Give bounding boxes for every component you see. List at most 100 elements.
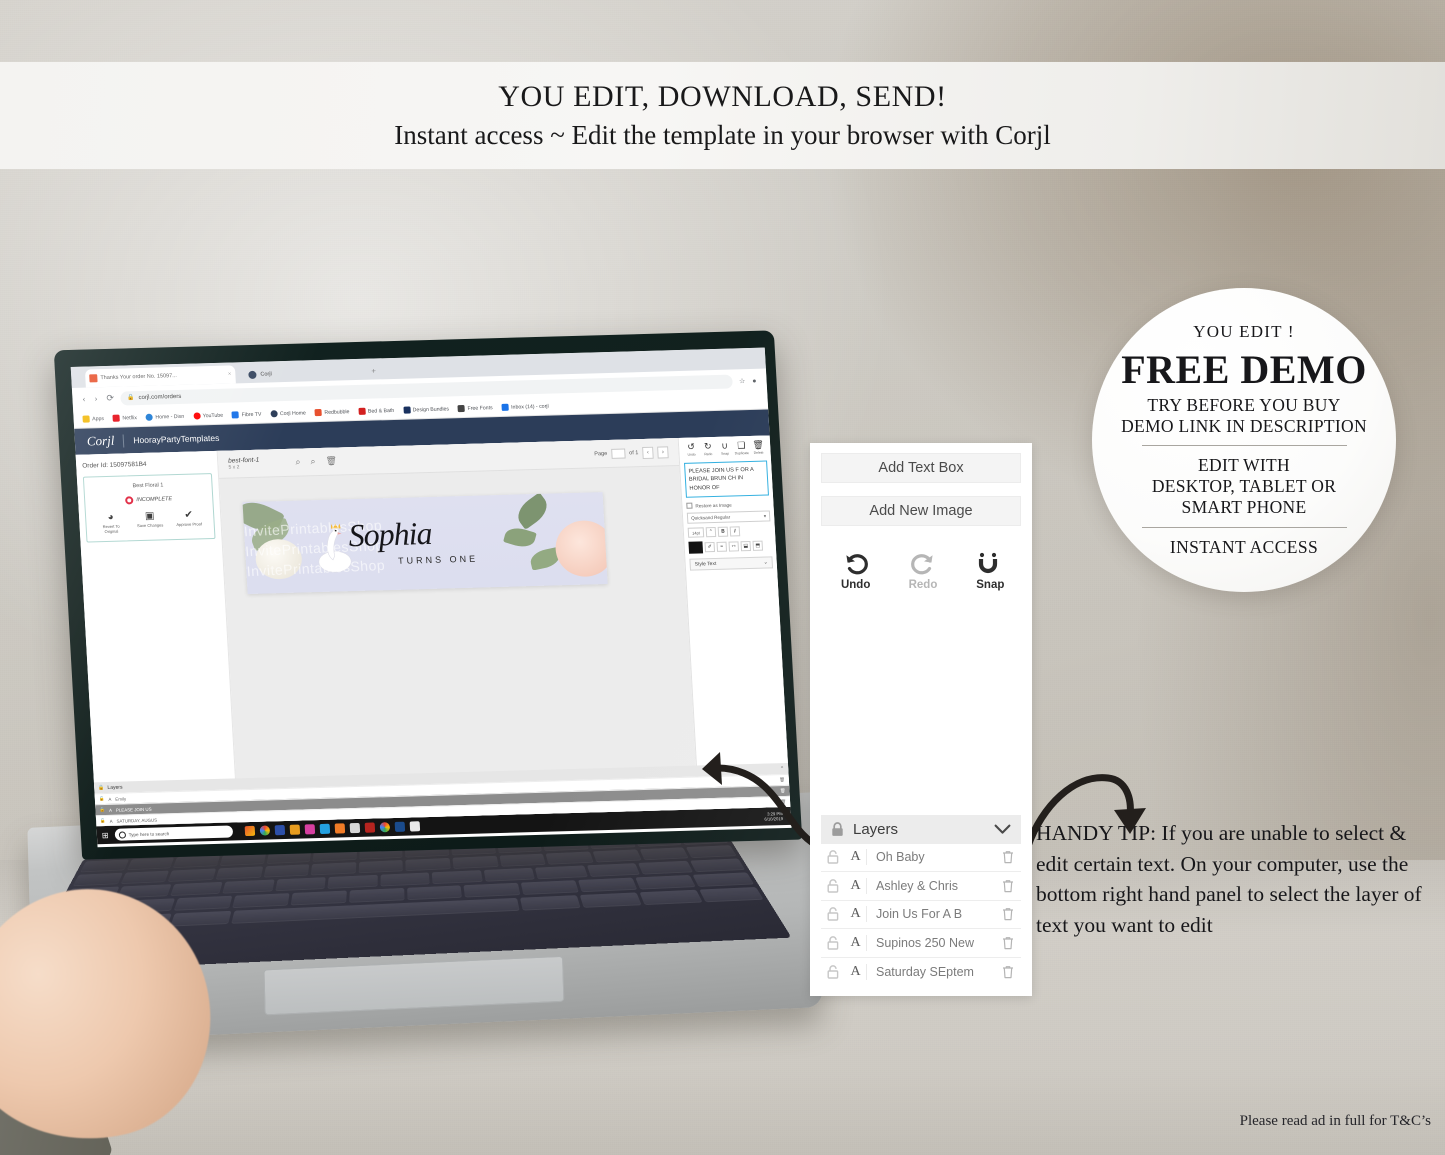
trash-icon[interactable] [995, 879, 1021, 893]
taskbar-app-icon[interactable] [304, 824, 315, 835]
bookmark-item[interactable]: Apps [82, 415, 104, 423]
layer-row[interactable]: A Supinos 250 New [821, 929, 1021, 958]
prev-page-button[interactable]: ‹ [642, 446, 654, 459]
align-left-icon[interactable]: ⬓ [740, 541, 752, 552]
corjl-app-body: Order Id: 15097581B4 Best Floral 1 INCOM… [75, 435, 791, 827]
font-size-stepper[interactable]: ⌃ [705, 527, 717, 538]
trash-icon[interactable] [995, 936, 1021, 950]
trash-icon[interactable] [995, 850, 1021, 864]
redo-icon: ↻ [703, 441, 712, 452]
bookmark-item[interactable]: Bed & Bath [358, 407, 394, 415]
bold-button[interactable]: 𝐁 [717, 526, 729, 538]
lock-open-icon[interactable] [821, 964, 845, 979]
text-edit-textarea[interactable]: PLEASE JOIN US F OR A BRIDAL BRUN CH IN … [684, 460, 769, 498]
text-color-swatch[interactable] [688, 541, 704, 554]
artwork-name-text[interactable]: Sophia [348, 515, 433, 554]
page-label: Page [594, 450, 608, 457]
bookmark-item[interactable]: Free Fonts [457, 404, 493, 413]
bookmark-item[interactable]: Redbubble [314, 408, 350, 417]
close-icon[interactable]: × [228, 371, 232, 377]
save-changes-button[interactable]: ▣ Save Changes [134, 511, 165, 533]
zoom-out-icon[interactable]: ⌕ [295, 457, 301, 468]
taskbar-app-icon[interactable] [394, 821, 405, 832]
taskbar-search-input[interactable]: Type here to search [114, 825, 233, 841]
style-text-accordion[interactable]: Style Text ⌄ [689, 556, 774, 571]
bookmark-item[interactable]: Fibre TV [231, 411, 262, 419]
layer-row[interactable]: A Join Us For A B [821, 900, 1021, 929]
editor-layer-name: Emily [115, 795, 127, 802]
lock-open-icon[interactable]: 🔓 [99, 807, 105, 813]
zoom-in-icon[interactable]: ⌕ [310, 456, 316, 467]
proof-card[interactable]: Best Floral 1 INCOMPLETE ◕ Revert To Ori… [82, 473, 216, 543]
bookmark-item[interactable]: YouTube [193, 412, 223, 420]
badge-eyebrow: YOU EDIT ! [1193, 321, 1295, 341]
lock-open-icon[interactable] [821, 850, 845, 864]
star-icon[interactable]: ☆ [739, 377, 746, 385]
snap-button[interactable]: Snap [970, 551, 1011, 591]
lock-open-icon[interactable] [821, 878, 845, 893]
taskbar-app-icon[interactable] [289, 824, 300, 835]
layer-row[interactable]: A Ashley & Chris [821, 872, 1021, 901]
duplicate-button[interactable]: ❑ Duplicate [733, 440, 750, 455]
windows-start-icon[interactable]: ⊞ [102, 830, 109, 839]
align-center-icon[interactable]: ⬒ [752, 540, 764, 552]
page-input[interactable] [610, 447, 626, 459]
restore-as-image-checkbox[interactable]: Restore as Image [686, 501, 769, 509]
new-tab-icon[interactable]: + [371, 366, 376, 375]
redo-button[interactable]: ↻ Redo [700, 441, 717, 456]
text-layer-icon: A [109, 818, 113, 824]
corjl-logo[interactable]: Corjl [86, 433, 114, 450]
trash-icon[interactable] [995, 965, 1021, 979]
trash-icon[interactable] [995, 907, 1021, 921]
italic-button[interactable]: 𝑰 [729, 526, 741, 537]
revert-to-original-button[interactable]: ◕ Revert To Original [95, 512, 126, 534]
line-height-icon[interactable]: ≡ [716, 541, 728, 553]
browser-tab-inactive[interactable]: Corjl [243, 363, 364, 383]
taskbar-app-icon[interactable] [244, 825, 255, 837]
chrome-icon[interactable] [379, 822, 390, 833]
reload-icon[interactable]: ⟳ [106, 393, 114, 404]
profile-icon[interactable]: ● [752, 376, 757, 384]
bookmark-item[interactable]: Inbox (14) - corjl [501, 403, 549, 411]
bookmark-item[interactable]: Home - Disn [145, 413, 185, 421]
font-family-select[interactable]: Quicksand Regular ▾ [686, 510, 771, 524]
artboard-canvas[interactable]: InvitePrintablesShop InvitePrintablesSho… [242, 492, 608, 595]
redo-button[interactable]: Redo [902, 551, 943, 591]
back-arrow-icon[interactable]: ‹ [82, 394, 86, 405]
add-new-image-button[interactable]: Add New Image [821, 496, 1021, 526]
lock-open-icon[interactable]: 🔓 [99, 796, 105, 802]
bookmark-label: Fibre TV [241, 411, 262, 418]
taskbar-app-icon[interactable] [274, 825, 285, 836]
taskbar-app-icon[interactable] [334, 823, 345, 834]
acrobat-icon[interactable] [364, 822, 375, 833]
lock-closed-icon[interactable] [831, 821, 844, 837]
font-size-input[interactable]: 14pt [687, 527, 705, 538]
bookmark-item[interactable]: Design Bundles [403, 405, 449, 414]
taskbar-app-icon[interactable] [349, 822, 360, 834]
bookmark-item[interactable]: Netflix [112, 414, 137, 422]
chrome-icon[interactable] [259, 825, 270, 836]
approve-proof-button[interactable]: ✔ Approve Proof [173, 510, 204, 532]
letter-spacing-icon[interactable]: ⇿ [728, 541, 740, 552]
taskbar-app-icon[interactable] [409, 821, 420, 832]
forward-arrow-icon[interactable]: › [94, 393, 98, 404]
add-text-box-button[interactable]: Add Text Box [821, 453, 1021, 483]
undo-button[interactable]: ↺ Undo [683, 442, 700, 457]
delete-button[interactable]: 🗑 Delete [750, 440, 767, 455]
lock-open-icon[interactable]: 🔓 [100, 818, 106, 824]
layers-header[interactable]: Layers [821, 814, 1021, 844]
snap-button[interactable]: ∪ Snap [716, 441, 733, 456]
taskbar-app-icon[interactable] [319, 823, 330, 835]
restore-label: Restore as Image [695, 502, 732, 509]
next-page-button[interactable]: › [657, 445, 669, 459]
trash-icon[interactable]: 🗑 [325, 456, 337, 467]
lock-open-icon[interactable] [821, 907, 845, 921]
bookmark-item[interactable]: Corjl Home [270, 409, 306, 418]
chevron-down-icon[interactable] [994, 824, 1011, 835]
layer-row[interactable]: A Saturday SEptem [821, 957, 1021, 986]
layer-row[interactable]: A Oh Baby [821, 843, 1021, 872]
lock-open-icon[interactable] [821, 935, 845, 950]
text-layer-icon: A [108, 807, 113, 813]
eyedropper-icon[interactable]: ✐ [704, 542, 716, 553]
undo-button[interactable]: Undo [835, 551, 876, 591]
